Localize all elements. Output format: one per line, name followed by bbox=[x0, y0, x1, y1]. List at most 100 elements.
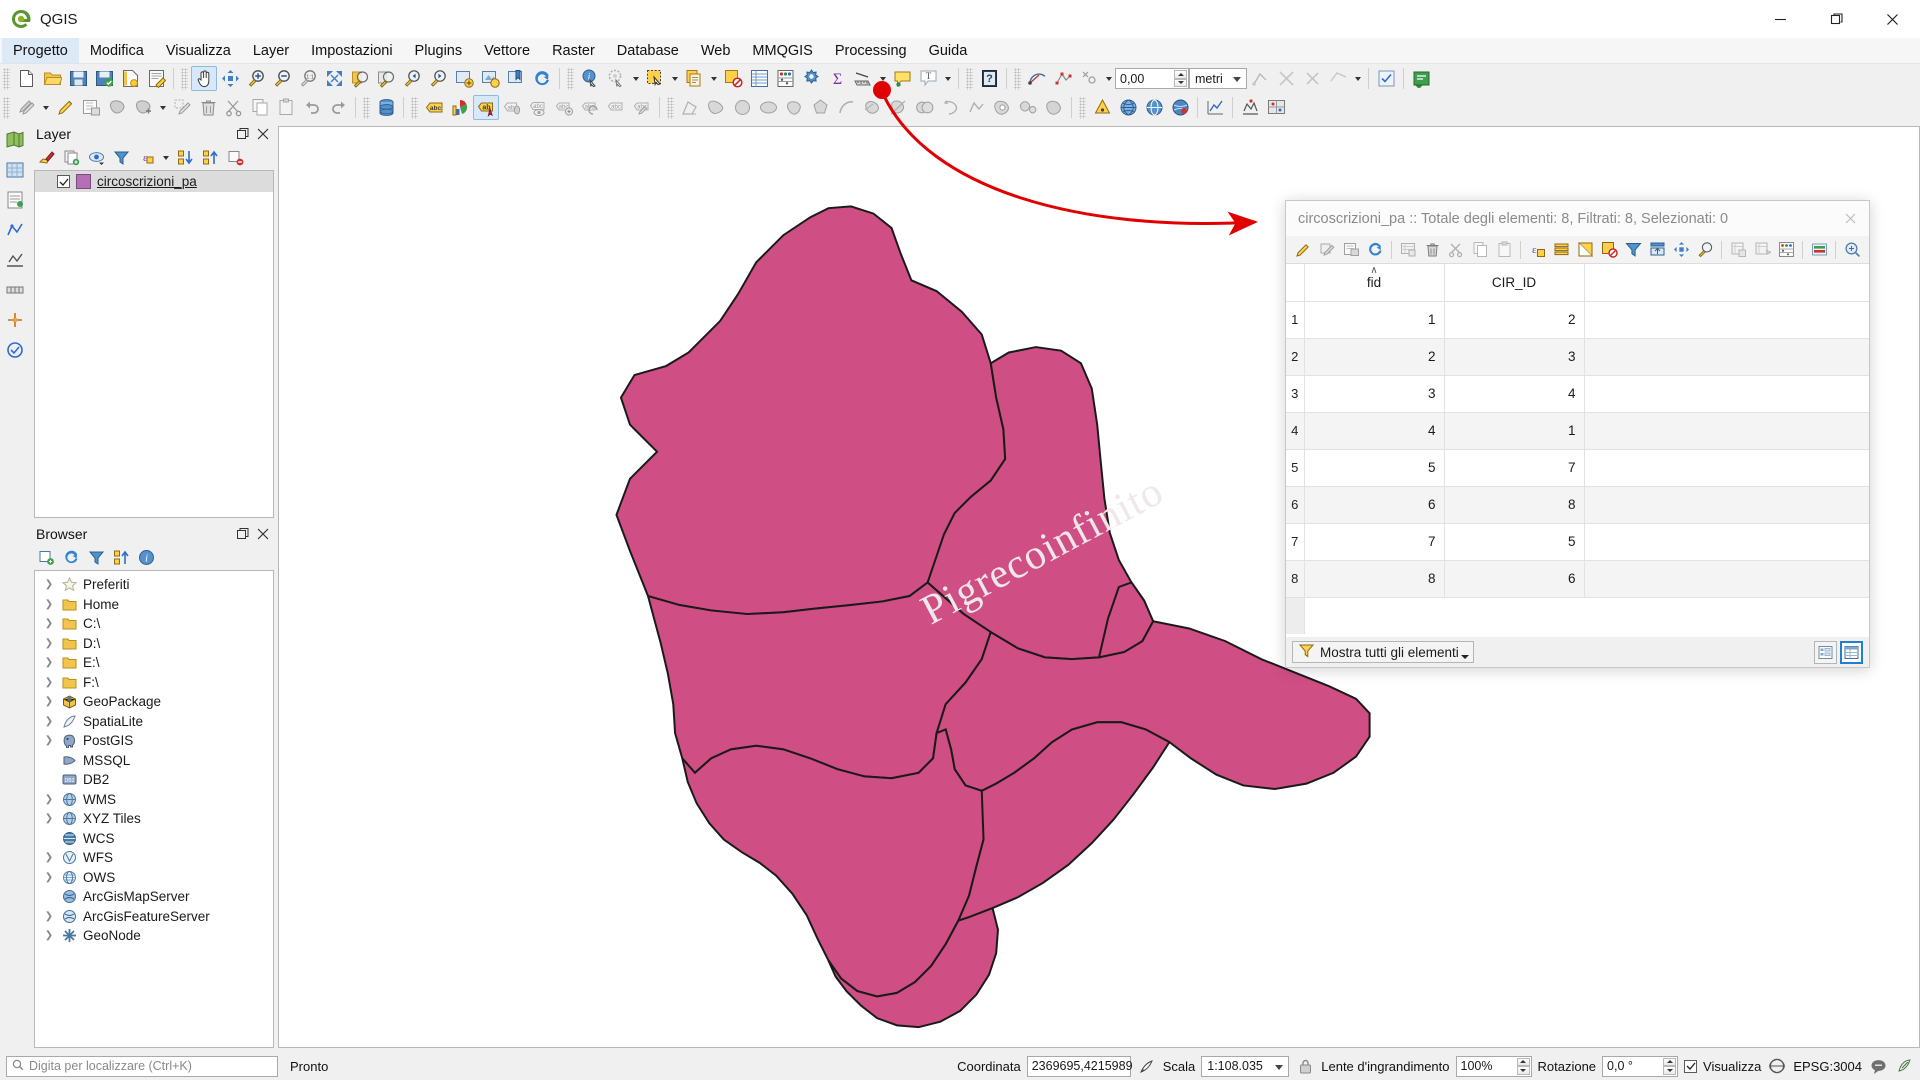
add-mesh-layer-icon[interactable] bbox=[2, 216, 28, 244]
toolbar-grip[interactable] bbox=[1014, 67, 1021, 90]
show-all-features-button[interactable]: Mostra tutti gli elementi bbox=[1292, 641, 1474, 663]
attribute-table-grid[interactable]: ∧ fid CIR_ID 1 1 2 2 2 3 3 3 4 4 4 1 5 5… bbox=[1286, 263, 1869, 637]
menu-mmqgis[interactable]: MMQGIS bbox=[741, 38, 823, 63]
add-delimited-text-layer-icon[interactable] bbox=[2, 186, 28, 214]
browser-item-mssql[interactable]: MSSQL bbox=[35, 751, 273, 771]
toolbar-grip[interactable] bbox=[1079, 96, 1086, 119]
table-row[interactable]: 2 2 3 bbox=[1286, 337, 1869, 376]
crs-globe-icon[interactable] bbox=[1767, 1056, 1787, 1076]
statistical-summary-icon[interactable]: Σ bbox=[824, 66, 850, 91]
cell-cir-id[interactable]: 7 bbox=[1443, 448, 1585, 487]
plugin-status-icon[interactable] bbox=[1894, 1056, 1914, 1076]
dock-undock-icon[interactable] bbox=[1840, 238, 1864, 261]
add-ring-icon[interactable] bbox=[989, 95, 1015, 120]
add-feature-dropdown-icon[interactable] bbox=[156, 95, 169, 120]
maximize-button[interactable] bbox=[1808, 0, 1864, 38]
deselect-all-icon[interactable] bbox=[1597, 238, 1621, 261]
avoid-overlap-icon[interactable] bbox=[1273, 66, 1299, 91]
measure-area-icon[interactable] bbox=[677, 95, 703, 120]
browser-filter-icon[interactable] bbox=[84, 547, 108, 569]
expand-arrow-icon[interactable]: ❯ bbox=[43, 813, 55, 824]
snapping-overlap-icon[interactable] bbox=[1299, 66, 1325, 91]
select-by-expression-icon[interactable]: ε bbox=[1525, 238, 1549, 261]
zoom-full-icon[interactable] bbox=[321, 66, 347, 91]
qgis-cloud-globe-icon[interactable] bbox=[1167, 95, 1193, 120]
new-map-bookmark-icon[interactable] bbox=[503, 66, 529, 91]
zoom-in-icon[interactable] bbox=[243, 66, 269, 91]
pin-labels-icon[interactable]: abc bbox=[551, 95, 577, 120]
add-group-icon[interactable] bbox=[59, 147, 83, 169]
zoom-last-icon[interactable] bbox=[399, 66, 425, 91]
add-point-layer-icon[interactable] bbox=[2, 306, 28, 334]
layer-visibility-checkbox[interactable] bbox=[57, 175, 70, 188]
paste-features-icon[interactable] bbox=[273, 95, 299, 120]
move-selection-to-top-icon[interactable] bbox=[1645, 238, 1669, 261]
messages-icon[interactable] bbox=[1868, 1056, 1888, 1076]
digitize-shape-icon[interactable] bbox=[703, 95, 729, 120]
table-row[interactable]: 4 4 1 bbox=[1286, 411, 1869, 450]
collapse-all-browser-icon[interactable] bbox=[109, 547, 133, 569]
save-project-icon[interactable] bbox=[65, 66, 91, 91]
snapping-units-select[interactable]: metri bbox=[1189, 68, 1247, 89]
digitize-rectangle-icon[interactable] bbox=[781, 95, 807, 120]
save-project-as-icon[interactable] bbox=[91, 66, 117, 91]
current-edits-dropdown-icon[interactable] bbox=[39, 95, 52, 120]
text-annotation-icon[interactable]: T bbox=[915, 66, 941, 91]
expand-arrow-icon[interactable]: ❯ bbox=[43, 657, 55, 668]
expand-arrow-icon[interactable]: ❯ bbox=[43, 618, 55, 629]
toggle-extents-icon[interactable] bbox=[1137, 1056, 1157, 1076]
openlayers-globe-icon[interactable] bbox=[1115, 95, 1141, 120]
label-layer-icon[interactable]: abc bbox=[421, 95, 447, 120]
multi-edit-icon[interactable] bbox=[1315, 238, 1339, 261]
expand-all-icon[interactable] bbox=[173, 147, 197, 169]
manage-layer-visibility-icon[interactable] bbox=[84, 147, 108, 169]
delete-field-icon[interactable] bbox=[1750, 238, 1774, 261]
topological-editing-icon[interactable] bbox=[1325, 66, 1351, 91]
expand-arrow-icon[interactable]: ❯ bbox=[43, 677, 55, 688]
cell-fid[interactable]: 8 bbox=[1303, 559, 1445, 598]
browser-item-preferiti[interactable]: ❯ Preferiti bbox=[35, 575, 273, 595]
fill-ring-icon[interactable] bbox=[1041, 95, 1067, 120]
snapping-tolerance-input[interactable]: 0,00 bbox=[1115, 68, 1189, 89]
menu-progetto[interactable]: Progetto bbox=[2, 38, 79, 63]
browser-item-spatialite[interactable]: ❯ SpatiaLite bbox=[35, 712, 273, 732]
snapping-spinner[interactable] bbox=[1174, 70, 1187, 87]
change-label-properties-icon[interactable]: abc bbox=[629, 95, 655, 120]
cell-cir-id[interactable]: 4 bbox=[1443, 374, 1585, 413]
highlight-pinned-labels-icon[interactable]: abc bbox=[603, 95, 629, 120]
help-icon[interactable]: ? bbox=[976, 66, 1002, 91]
georeferencer-icon[interactable] bbox=[1263, 95, 1289, 120]
zoom-to-selection-icon[interactable] bbox=[1693, 238, 1717, 261]
browser-item-e-drive[interactable]: ❯ E:\ bbox=[35, 653, 273, 673]
rotation-spinner[interactable] bbox=[1663, 1057, 1677, 1075]
expand-arrow-icon[interactable]: ❯ bbox=[43, 579, 55, 590]
filter-selection-icon[interactable] bbox=[1621, 238, 1645, 261]
table-row[interactable]: 6 6 8 bbox=[1286, 485, 1869, 524]
browser-item-wcs[interactable]: ❯ WCS bbox=[35, 829, 273, 849]
rotate-label-icon[interactable]: ab bbox=[499, 95, 525, 120]
browser-item-ows[interactable]: ❯ OWS bbox=[35, 868, 273, 888]
rotate-feature-icon[interactable] bbox=[937, 95, 963, 120]
browser-item-wms[interactable]: ❯ WMS bbox=[35, 790, 273, 810]
cell-fid[interactable]: 7 bbox=[1303, 522, 1445, 561]
cell-cir-id[interactable]: 1 bbox=[1443, 411, 1585, 450]
table-view-button[interactable] bbox=[1840, 640, 1863, 664]
topological-dropdown-icon[interactable] bbox=[1351, 66, 1364, 91]
digitize-circle-icon[interactable] bbox=[729, 95, 755, 120]
table-row[interactable]: 1 1 2 bbox=[1286, 300, 1869, 339]
map-tips-icon[interactable] bbox=[889, 66, 915, 91]
expand-arrow-icon[interactable]: ❯ bbox=[43, 911, 55, 922]
run-feature-action-icon[interactable] bbox=[603, 66, 629, 91]
save-edits-icon[interactable] bbox=[1339, 238, 1363, 261]
toolbar-grip[interactable] bbox=[411, 96, 418, 119]
browser-item-wfs[interactable]: ❯ WFS bbox=[35, 848, 273, 868]
menu-impostazioni[interactable]: Impostazioni bbox=[300, 38, 403, 63]
expand-arrow-icon[interactable]: ❯ bbox=[43, 794, 55, 805]
browser-item-arcgisfeatureserver[interactable]: ❯ ArcGisFeatureServer bbox=[35, 907, 273, 927]
menu-vettore[interactable]: Vettore bbox=[473, 38, 541, 63]
field-calculator-icon[interactable] bbox=[1774, 238, 1798, 261]
identify-features-icon[interactable]: i bbox=[577, 66, 603, 91]
measure-bearing-icon[interactable] bbox=[1024, 66, 1050, 91]
browser-item-home[interactable]: ❯ Home bbox=[35, 595, 273, 615]
simplify-feature-icon[interactable] bbox=[963, 95, 989, 120]
